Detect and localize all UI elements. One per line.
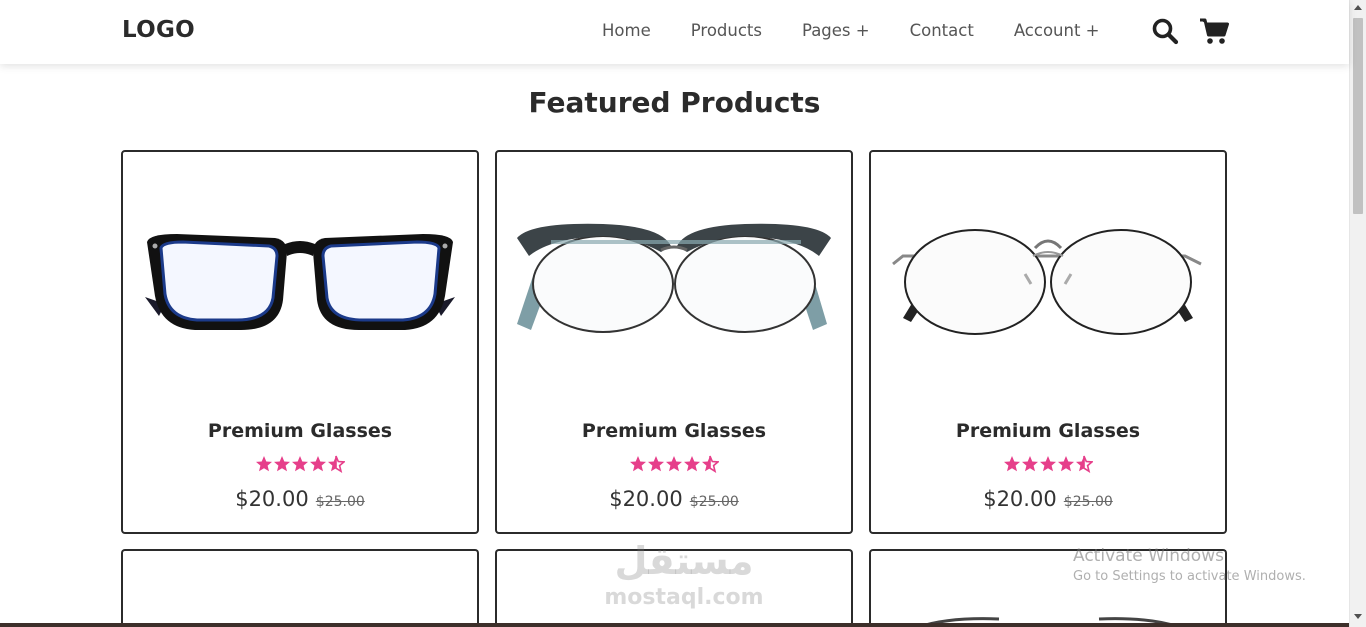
product-card[interactable] — [121, 549, 479, 627]
scroll-down-arrow-icon[interactable] — [1354, 614, 1362, 619]
star-icon — [1022, 456, 1038, 472]
star-icon — [684, 456, 700, 472]
price-row: $20.00 $25.00 — [497, 487, 851, 511]
star-icon — [666, 456, 682, 472]
activate-windows-notice: Activate Windows Go to Settings to activ… — [1073, 546, 1306, 584]
star-icon — [292, 456, 308, 472]
main-nav: Home Products Pages + Contact Account + — [602, 21, 1140, 40]
product-name[interactable]: Premium Glasses — [871, 420, 1225, 442]
product-name[interactable]: Premium Glasses — [123, 420, 477, 442]
watermark-logo: مستقل mostaql.com — [599, 537, 769, 611]
bottom-bar — [0, 623, 1349, 627]
activate-title: Activate Windows — [1073, 546, 1224, 566]
rating-stars — [497, 455, 851, 477]
star-half-icon — [1076, 456, 1084, 472]
navbar: LOGO Home Products Pages + Contact Accou… — [0, 0, 1349, 64]
star-half-icon — [702, 456, 710, 472]
star-half-icon — [328, 456, 336, 472]
product-image-browline-glasses[interactable] — [511, 212, 837, 342]
star-icon — [1004, 456, 1020, 472]
cart-icon[interactable] — [1199, 17, 1229, 45]
watermark-arabic: مستقل — [614, 539, 754, 583]
activate-subtitle: Go to Settings to activate Windows. — [1073, 569, 1306, 584]
watermark-latin: mostaql.com — [604, 585, 764, 610]
nav-home[interactable]: Home — [602, 21, 651, 40]
nav-account[interactable]: Account + — [1014, 21, 1100, 40]
star-icon — [256, 456, 272, 472]
nav-icons — [1151, 17, 1229, 45]
price-row: $20.00 $25.00 — [871, 487, 1225, 511]
product-card[interactable]: Premium Glasses $20.00 $25.00 — [495, 150, 853, 534]
old-price: $25.00 — [689, 494, 739, 510]
scrollbar[interactable] — [1349, 0, 1366, 627]
star-icon — [648, 456, 664, 472]
search-icon[interactable] — [1151, 17, 1179, 45]
price-row: $20.00 $25.00 — [123, 487, 477, 511]
product-card[interactable]: Premium Glasses $20.00 $25.00 — [121, 150, 479, 534]
nav-products[interactable]: Products — [691, 21, 762, 40]
scroll-thumb[interactable] — [1353, 18, 1363, 214]
product-image-black-glasses[interactable] — [137, 212, 463, 342]
price: $20.00 — [983, 487, 1057, 511]
star-icon — [274, 456, 290, 472]
product-name[interactable]: Premium Glasses — [497, 420, 851, 442]
logo[interactable]: LOGO — [122, 17, 195, 43]
star-icon — [630, 456, 646, 472]
nav-pages[interactable]: Pages + — [802, 21, 870, 40]
product-card[interactable]: Premium Glasses $20.00 $25.00 — [869, 150, 1227, 534]
nav-contact[interactable]: Contact — [910, 21, 974, 40]
star-icon — [310, 456, 326, 472]
price: $20.00 — [609, 487, 683, 511]
rating-stars — [123, 455, 477, 477]
old-price: $25.00 — [315, 494, 365, 510]
rating-stars — [871, 455, 1225, 477]
product-image-wire-glasses[interactable] — [885, 212, 1211, 342]
old-price: $25.00 — [1063, 494, 1113, 510]
star-icon — [1058, 456, 1074, 472]
section-title: Featured Products — [528, 86, 821, 119]
scroll-up-arrow-icon[interactable] — [1354, 5, 1362, 10]
price: $20.00 — [235, 487, 309, 511]
star-icon — [1040, 456, 1056, 472]
